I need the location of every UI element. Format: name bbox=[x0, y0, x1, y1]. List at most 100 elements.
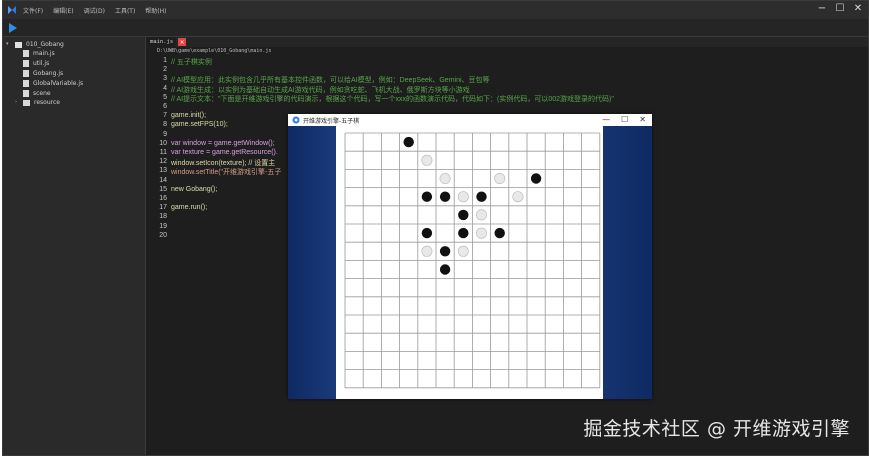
black-stone bbox=[458, 209, 469, 221]
tree-item-label: main.js bbox=[33, 50, 55, 57]
line-number: 15 bbox=[159, 185, 167, 193]
window-controls: − ☐ ✕ bbox=[816, 3, 864, 15]
white-stone bbox=[439, 172, 451, 184]
menu-edit[interactable]: 编辑(E) bbox=[53, 6, 73, 15]
menu-file[interactable]: 文件(F) bbox=[23, 6, 43, 15]
line-number: 12 bbox=[159, 158, 167, 166]
code-line: window.setTitle("开维游戏引擎-五子 bbox=[171, 169, 282, 177]
watermark-text: 掘金技术社区 @ 开维游戏引擎 bbox=[583, 418, 850, 440]
menu-help[interactable]: 帮助(H) bbox=[145, 6, 166, 15]
menu-debug[interactable]: 调试(D) bbox=[84, 6, 105, 15]
white-stone bbox=[421, 245, 433, 257]
folder-icon bbox=[15, 41, 22, 48]
game-title: 开维游戏引擎-五子棋 bbox=[303, 117, 360, 125]
code-line: new Gobang(); bbox=[171, 185, 218, 193]
minimize-button[interactable]: − bbox=[816, 3, 828, 15]
game-window-icon bbox=[292, 116, 300, 124]
game-close-button[interactable]: ✕ bbox=[639, 114, 646, 126]
black-stone bbox=[476, 191, 487, 202]
line-number: 4 bbox=[163, 84, 167, 92]
line-number: 5 bbox=[163, 93, 167, 101]
file-icon bbox=[23, 50, 29, 57]
tree-item-util[interactable]: util.js bbox=[23, 59, 49, 68]
code-line: game.init(); bbox=[171, 112, 207, 120]
expand-chevron-icon: › bbox=[15, 99, 17, 105]
white-stone bbox=[457, 245, 469, 257]
tab-bar: main.js × bbox=[147, 37, 868, 47]
run-icon[interactable] bbox=[8, 22, 18, 34]
tree-item-label: resource bbox=[34, 99, 60, 106]
tree-item-resource[interactable]: › resource bbox=[15, 98, 60, 107]
file-path: D:\UWB\game\example\010_Gobang\main.js bbox=[157, 48, 272, 54]
app-logo-icon bbox=[7, 5, 17, 15]
tree-item-main[interactable]: main.js bbox=[23, 49, 55, 58]
game-titlebar: 开维游戏引擎-五子棋 — ☐ ✕ bbox=[288, 114, 652, 126]
tab-main-js[interactable]: main.js bbox=[147, 37, 177, 47]
tree-item-globalvariable[interactable]: GlobalVariable.js bbox=[23, 79, 83, 88]
line-number: 20 bbox=[159, 231, 167, 239]
line-number: 17 bbox=[159, 204, 167, 212]
tree-item-scene[interactable]: scene bbox=[23, 89, 51, 98]
code-line: var window = game.getWindow(); bbox=[171, 139, 275, 147]
line-number: 1 bbox=[163, 57, 167, 64]
line-number: 14 bbox=[159, 176, 167, 184]
gobang-board[interactable] bbox=[336, 126, 603, 399]
code-line: // AI提示文本："下面是开维游戏引擎的代码演示，根据这个代码，写一个xxx的… bbox=[171, 95, 614, 103]
white-stone bbox=[476, 209, 488, 221]
file-icon bbox=[23, 90, 29, 97]
tree-item-gobang[interactable]: Gobang.js bbox=[23, 69, 63, 78]
line-number: 13 bbox=[159, 167, 167, 175]
black-stone bbox=[439, 264, 451, 275]
expand-chevron-icon: ▾ bbox=[6, 41, 9, 47]
close-button[interactable]: ✕ bbox=[852, 3, 864, 15]
white-stone bbox=[421, 154, 433, 166]
line-number: 18 bbox=[159, 213, 167, 221]
line-number: 7 bbox=[163, 112, 167, 120]
game-minimize-button[interactable]: — bbox=[602, 114, 610, 126]
white-stone bbox=[476, 227, 488, 239]
code-line: game.setFPS(10); bbox=[171, 121, 228, 129]
line-number: 19 bbox=[159, 222, 167, 230]
black-stone bbox=[439, 191, 451, 202]
board-svg[interactable] bbox=[336, 126, 603, 399]
black-stone bbox=[458, 227, 469, 239]
line-number: 3 bbox=[163, 75, 167, 83]
tab-close-icon[interactable]: × bbox=[178, 38, 187, 46]
line-number: 8 bbox=[163, 121, 167, 129]
ide-window: 文件(F) 编辑(E) 调试(D) 工具(T) 帮助(H) − ☐ ✕ ▾ 01… bbox=[2, 0, 869, 456]
black-stone bbox=[421, 227, 433, 239]
line-number: 10 bbox=[159, 139, 167, 147]
file-icon bbox=[23, 80, 29, 87]
tree-item-label: scene bbox=[33, 90, 51, 97]
code-line: var texture = game.getResource(). bbox=[171, 149, 278, 156]
file-icon bbox=[23, 60, 29, 67]
black-stone bbox=[421, 191, 433, 202]
tree-item-label: GlobalVariable.js bbox=[33, 80, 84, 87]
black-stone bbox=[494, 227, 505, 239]
black-stone bbox=[439, 246, 451, 257]
line-number: 2 bbox=[163, 66, 167, 74]
white-stone bbox=[512, 191, 524, 203]
line-number: 6 bbox=[163, 103, 167, 110]
tree-root[interactable]: ▾ 010_Gobang bbox=[6, 40, 64, 49]
tree-item-label: util.js bbox=[33, 60, 50, 67]
line-number: 16 bbox=[159, 195, 167, 202]
project-explorer: ▾ 010_Gobang main.js util.js Gobang.js G… bbox=[3, 37, 146, 455]
folder-icon bbox=[23, 99, 30, 106]
line-number: 11 bbox=[159, 149, 167, 156]
code-line: game.run(); bbox=[171, 204, 208, 212]
menu-tools[interactable]: 工具(T) bbox=[115, 6, 135, 15]
tree-root-label: 010_Gobang bbox=[26, 41, 64, 48]
code-line: // 五子棋实例 bbox=[171, 59, 212, 66]
maximize-button[interactable]: ☐ bbox=[834, 3, 846, 15]
black-stone bbox=[403, 136, 414, 148]
tree-item-label: Gobang.js bbox=[33, 70, 64, 77]
black-stone bbox=[530, 173, 542, 184]
game-maximize-button[interactable]: ☐ bbox=[621, 114, 628, 126]
file-icon bbox=[23, 70, 29, 77]
toolbar bbox=[3, 19, 868, 37]
menu-bar: 文件(F) 编辑(E) 调试(D) 工具(T) 帮助(H) − ☐ ✕ bbox=[3, 1, 868, 19]
line-number: 9 bbox=[163, 130, 167, 138]
white-stone bbox=[494, 172, 506, 184]
game-window-controls: — ☐ ✕ bbox=[602, 114, 646, 126]
